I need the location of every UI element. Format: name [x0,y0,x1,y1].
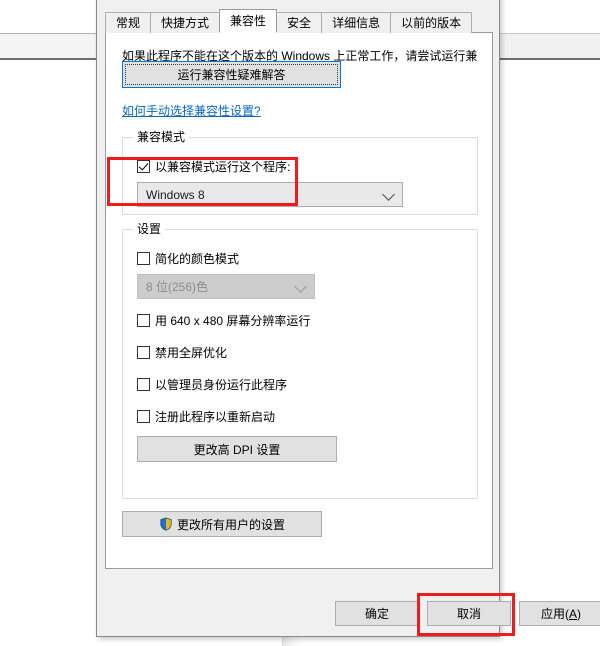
reduced-color-mode-checkbox-row[interactable]: 简化的颜色模式 [137,250,239,267]
cancel-button[interactable]: 取消 [427,601,511,626]
run-as-administrator-label: 以管理员身份运行此程序 [155,378,288,392]
run-in-compat-mode-checkbox-row[interactable]: 以兼容模式运行这个程序: [137,158,290,175]
register-for-restart-checkbox-row[interactable]: 注册此程序以重新启动 [137,408,275,425]
disable-fullscreen-optimizations-label: 禁用全屏优化 [155,346,228,360]
run-in-compat-mode-label: 以兼容模式运行这个程序: [155,160,291,174]
run-as-administrator-checkbox[interactable] [137,378,150,391]
compatibility-tab-page: 如果此程序不能在这个版本的 Windows 上正常工作，请尝试运行兼容性疑难解答… [105,32,493,569]
cancel-button-label: 取消 [456,607,481,621]
run-as-administrator-checkbox-row[interactable]: 以管理员身份运行此程序 [137,376,287,393]
run-640x480-checkbox[interactable] [137,314,150,327]
run-640x480-checkbox-row[interactable]: 用 640 x 480 屏幕分辨率运行 [137,312,310,329]
settings-group-title: 设置 [133,222,166,236]
tab-shortcut[interactable]: 快捷方式 [150,12,221,33]
uac-shield-icon [159,517,173,531]
properties-dialog: 常规 快捷方式 兼容性 安全 详细信息 以前的版本 如果此程序不能在这个版本的 … [96,0,600,637]
tab-label: 以前的版本 [401,16,462,30]
reduced-color-mode-checkbox[interactable] [137,252,150,265]
compatibility-mode-group: 兼容模式 以兼容模式运行这个程序: Windows 8 [122,130,478,215]
tab-strip: 常规 快捷方式 兼容性 安全 详细信息 以前的版本 [105,9,493,33]
color-depth-combobox: 8 位(256)色 [137,274,315,299]
change-high-dpi-settings-button[interactable]: 更改高 DPI 设置 [137,436,337,462]
reduced-color-mode-label: 简化的颜色模式 [155,252,240,266]
tab-label: 安全 [287,16,312,30]
apply-button-label-prefix: 应用( [540,607,569,621]
compat-os-version-combobox[interactable]: Windows 8 [137,182,403,207]
chevron-down-icon [382,187,395,201]
run-compatibility-troubleshooter-button[interactable]: 运行兼容性疑难解答 [122,61,341,88]
color-depth-value: 8 位(256)色 [146,280,209,294]
tab-label: 快捷方式 [161,16,210,30]
tab-security[interactable]: 安全 [276,12,323,33]
run-in-compat-mode-checkbox[interactable] [137,160,150,173]
troubleshoot-button-label: 运行兼容性疑难解答 [177,68,286,82]
change-high-dpi-settings-label: 更改高 DPI 设置 [193,442,281,457]
register-for-restart-label: 注册此程序以重新启动 [155,410,276,424]
chevron-down-icon [294,279,307,293]
tab-details[interactable]: 详细信息 [321,12,392,33]
apply-button-accelerator: A [568,606,577,621]
tab-previous-versions[interactable]: 以前的版本 [390,12,473,33]
run-640x480-label: 用 640 x 480 屏幕分辨率运行 [155,314,311,328]
disable-fullscreen-optimizations-checkbox-row[interactable]: 禁用全屏优化 [137,344,227,361]
ok-button-label: 确定 [364,607,389,621]
tab-label: 兼容性 [230,14,267,28]
change-settings-all-users-button[interactable]: 更改所有用户的设置 [122,511,322,537]
tab-general[interactable]: 常规 [105,12,152,33]
register-for-restart-checkbox[interactable] [137,410,150,423]
ok-button[interactable]: 确定 [335,601,419,626]
apply-button-label-suffix: ) [577,606,581,621]
tab-label: 常规 [116,16,141,30]
change-settings-all-users-label: 更改所有用户的设置 [176,517,285,532]
manual-compat-settings-link[interactable]: 如何手动选择兼容性设置? [122,102,261,119]
compat-os-version-value: Windows 8 [146,187,205,202]
disable-fullscreen-optimizations-checkbox[interactable] [137,346,150,359]
apply-button[interactable]: 应用(A) [519,601,600,626]
compatibility-mode-group-title: 兼容模式 [133,130,190,144]
tab-compatibility[interactable]: 兼容性 [219,9,278,33]
tab-label: 详细信息 [332,16,381,30]
settings-group: 设置 简化的颜色模式 8 位(256)色 用 640 x 480 屏幕分辨率运行… [122,222,478,499]
